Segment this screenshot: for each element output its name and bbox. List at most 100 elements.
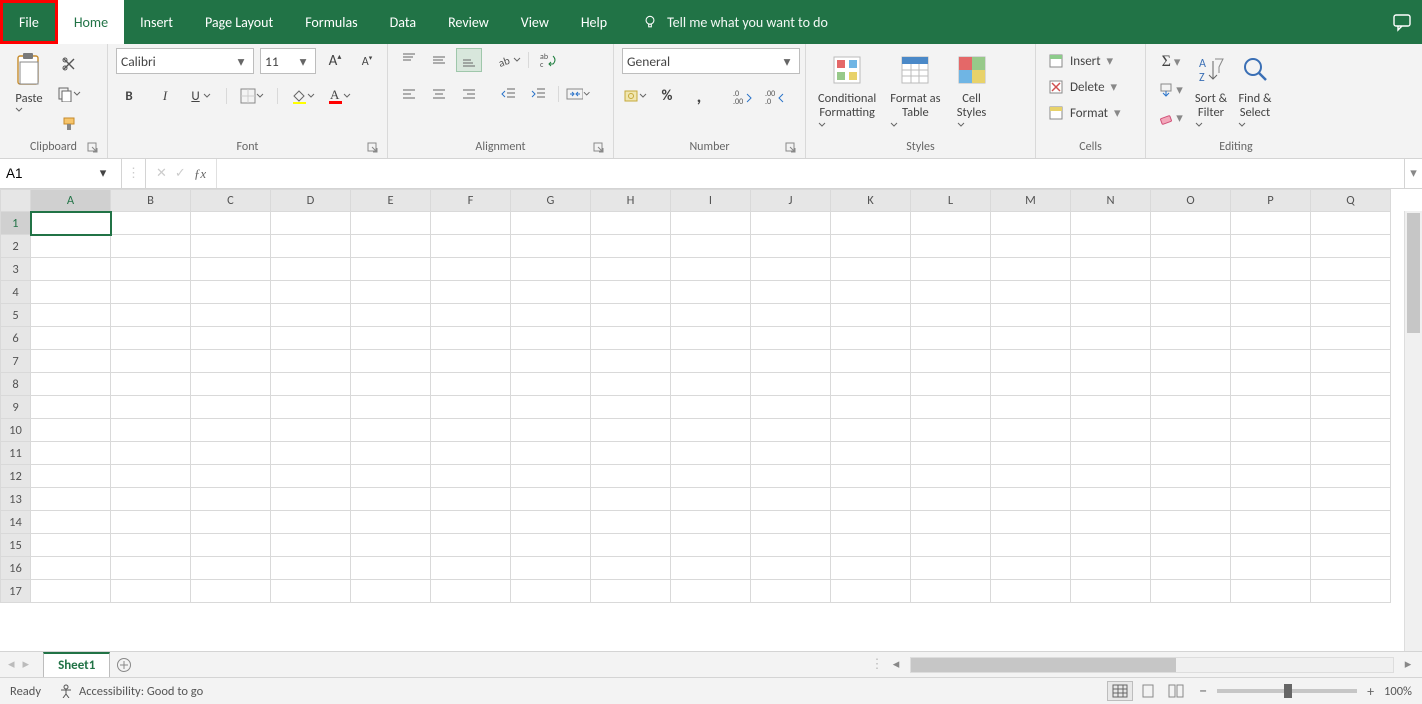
row-header[interactable]: 17 [1, 580, 31, 603]
column-header[interactable]: N [1071, 190, 1151, 212]
cell[interactable] [31, 235, 111, 258]
cell[interactable] [271, 419, 351, 442]
cell[interactable] [671, 580, 751, 603]
cell[interactable] [591, 488, 671, 511]
sheet-nav-next-button[interactable]: ▸ [23, 657, 30, 672]
cell[interactable] [751, 304, 831, 327]
zoom-slider[interactable] [1217, 689, 1357, 693]
cell[interactable] [1231, 304, 1311, 327]
cell[interactable] [831, 534, 911, 557]
row-header[interactable]: 8 [1, 373, 31, 396]
tab-insert[interactable]: Insert [124, 0, 189, 44]
cell[interactable] [991, 396, 1071, 419]
cell[interactable] [431, 373, 511, 396]
cell[interactable] [111, 235, 191, 258]
dialog-launcher-icon[interactable] [87, 142, 99, 154]
view-page-layout-button[interactable] [1135, 681, 1161, 701]
chevron-down-icon[interactable]: ▾ [90, 166, 116, 181]
merge-center-button[interactable] [565, 82, 591, 106]
cell[interactable] [991, 373, 1071, 396]
cell[interactable] [1311, 419, 1391, 442]
cell[interactable] [351, 580, 431, 603]
cell[interactable] [511, 212, 591, 235]
column-header[interactable]: A [31, 190, 111, 212]
cell[interactable] [431, 304, 511, 327]
hscroll-left-button[interactable]: ◂ [888, 657, 904, 673]
cell[interactable] [1151, 304, 1231, 327]
cell[interactable] [1071, 373, 1151, 396]
cell[interactable] [1311, 580, 1391, 603]
column-header[interactable]: Q [1311, 190, 1391, 212]
cell[interactable] [751, 557, 831, 580]
cell[interactable] [111, 534, 191, 557]
cell[interactable] [671, 373, 751, 396]
row-header[interactable]: 7 [1, 350, 31, 373]
cell[interactable] [671, 465, 751, 488]
cell[interactable] [511, 396, 591, 419]
cell[interactable] [31, 281, 111, 304]
cell[interactable] [511, 580, 591, 603]
cell[interactable] [351, 511, 431, 534]
vertical-scrollbar[interactable] [1404, 211, 1422, 651]
cell[interactable] [911, 304, 991, 327]
tab-help[interactable]: Help [565, 0, 623, 44]
cell[interactable] [591, 304, 671, 327]
cell[interactable] [271, 465, 351, 488]
cell[interactable] [591, 212, 671, 235]
column-header[interactable]: I [671, 190, 751, 212]
cell[interactable] [991, 488, 1071, 511]
cell[interactable] [751, 396, 831, 419]
cell[interactable] [911, 442, 991, 465]
cell[interactable] [751, 580, 831, 603]
cell[interactable] [111, 373, 191, 396]
cell[interactable] [911, 350, 991, 373]
name-box-input[interactable] [0, 166, 90, 181]
cell[interactable] [751, 373, 831, 396]
cell[interactable] [1151, 235, 1231, 258]
cell[interactable] [591, 350, 671, 373]
column-header[interactable]: K [831, 190, 911, 212]
cell[interactable] [511, 235, 591, 258]
cell[interactable] [911, 212, 991, 235]
cell[interactable] [1311, 235, 1391, 258]
cell[interactable] [1071, 534, 1151, 557]
cell[interactable] [191, 350, 271, 373]
comments-button[interactable] [1392, 0, 1412, 44]
cell[interactable] [1311, 281, 1391, 304]
cut-button[interactable] [56, 52, 82, 76]
cell[interactable] [1151, 373, 1231, 396]
column-header[interactable]: C [191, 190, 271, 212]
cell[interactable] [671, 304, 751, 327]
cell[interactable] [191, 235, 271, 258]
cell[interactable] [1151, 534, 1231, 557]
cell[interactable] [751, 258, 831, 281]
cell[interactable] [831, 212, 911, 235]
row-header[interactable]: 4 [1, 281, 31, 304]
cell[interactable] [671, 488, 751, 511]
comma-button[interactable]: , [686, 84, 712, 108]
cell[interactable] [351, 281, 431, 304]
cell[interactable] [271, 488, 351, 511]
name-box[interactable]: ▾ [0, 159, 122, 188]
cell[interactable] [911, 580, 991, 603]
cell[interactable] [1151, 212, 1231, 235]
column-header[interactable]: P [1231, 190, 1311, 212]
delete-cells-button[interactable]: Delete▾ [1044, 76, 1121, 98]
column-header[interactable]: M [991, 190, 1071, 212]
cell[interactable] [831, 327, 911, 350]
tab-page-layout[interactable]: Page Layout [189, 0, 289, 44]
cell[interactable] [31, 419, 111, 442]
cell[interactable] [511, 442, 591, 465]
cell[interactable] [991, 419, 1071, 442]
cell[interactable] [991, 534, 1071, 557]
column-header[interactable]: J [751, 190, 831, 212]
cell[interactable] [1071, 235, 1151, 258]
align-left-button[interactable] [396, 82, 422, 106]
bold-button[interactable]: B [116, 84, 142, 108]
copy-button[interactable] [56, 82, 82, 106]
cell[interactable] [831, 304, 911, 327]
align-middle-button[interactable] [426, 48, 452, 72]
cell[interactable] [351, 235, 431, 258]
cell[interactable] [1311, 465, 1391, 488]
cell[interactable] [751, 488, 831, 511]
